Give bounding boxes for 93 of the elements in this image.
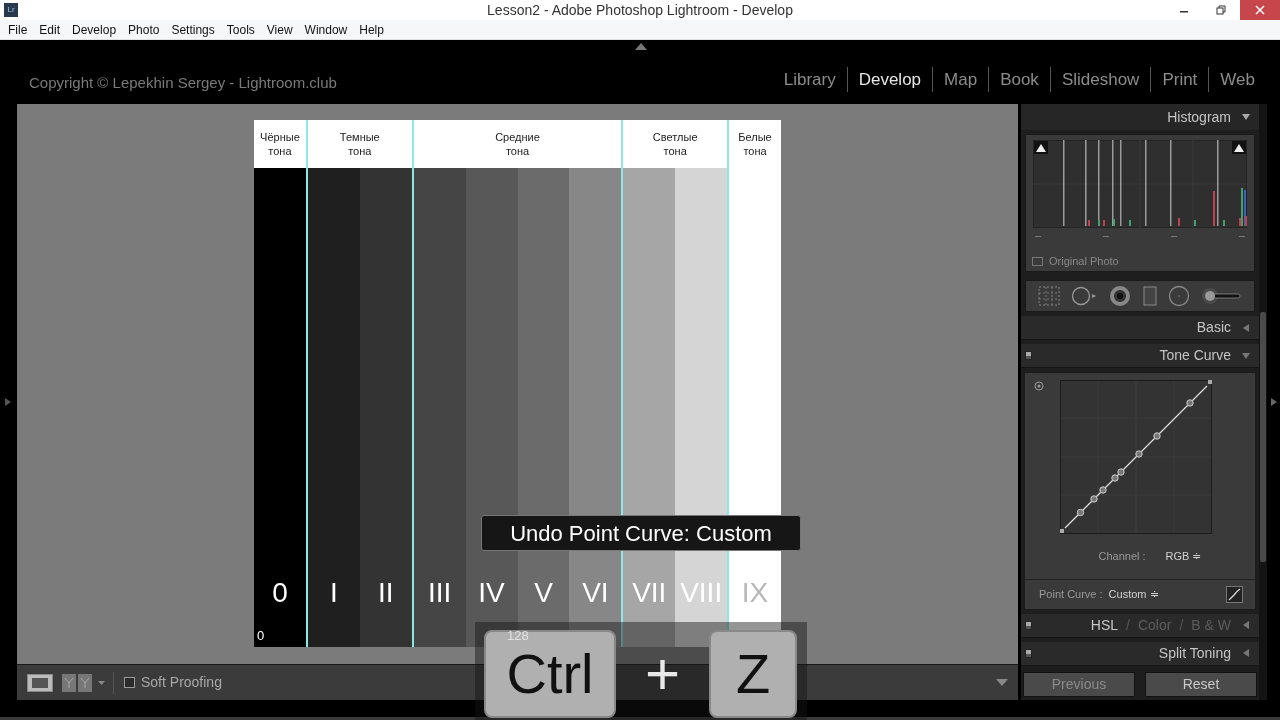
module-tab[interactable]: Print (1150, 66, 1209, 92)
tab-separator: / (1179, 615, 1184, 635)
module-tab[interactable]: Map (932, 66, 989, 92)
point-curve-select[interactable]: Custom ≑ (1108, 585, 1159, 603)
reset-button[interactable]: Reset (1145, 671, 1257, 697)
module-tab[interactable]: Library (772, 66, 847, 92)
zone-numeral: VI (582, 577, 609, 609)
original-photo-checkbox[interactable] (1032, 256, 1043, 266)
expand-triangle-icon[interactable] (1241, 322, 1251, 333)
zone-label: Белые тона (738, 130, 772, 158)
app-icon: Lr (4, 3, 18, 17)
curve-point[interactable] (1076, 508, 1085, 517)
panel-header[interactable]: Tone Curve (1021, 344, 1259, 368)
menu-item[interactable]: Edit (33, 20, 67, 39)
curve-point[interactable] (1186, 399, 1194, 407)
module-tab[interactable]: Book (988, 66, 1050, 92)
zone-numeral: II (378, 577, 394, 609)
shadow-clipping-icon[interactable] (1034, 141, 1048, 154)
expand-triangle-icon[interactable] (1241, 620, 1251, 630)
panel-title: Basic (1196, 318, 1231, 337)
highlight-clipping-icon[interactable] (1232, 141, 1246, 154)
point-curve-label: Point Curve : (1039, 586, 1103, 602)
zone-numeral: IX (741, 577, 769, 609)
window-title: Lesson2 - Adobe Photoshop Lightroom - Develop (487, 0, 793, 20)
zone-label: Средние тона (495, 130, 540, 158)
zone-label: Светлые тона (652, 130, 698, 158)
scale-label: 0 (257, 626, 265, 645)
menu-item[interactable]: Help (353, 20, 390, 39)
module-tab[interactable]: Web (1208, 66, 1266, 92)
module-tab[interactable]: Develop (846, 66, 933, 92)
panel-title: Histogram (1167, 107, 1231, 127)
soft-proofing-checkbox[interactable] (124, 677, 135, 688)
menu-item[interactable]: File (2, 20, 34, 39)
panel-tab[interactable]: HSL (1090, 614, 1119, 636)
tab-separator: / (1126, 615, 1130, 635)
identity-plate: Copyright © Lepekhin Sergey - Lightroom.club (28, 72, 337, 93)
collapse-triangle-icon[interactable] (1241, 350, 1251, 361)
menu-item[interactable]: Tools (220, 20, 261, 39)
keyboard-key: Z (709, 630, 797, 718)
restore-icon[interactable] (1216, 5, 1226, 15)
target-icon[interactable] (1034, 381, 1044, 391)
curve-point[interactable] (1117, 468, 1125, 476)
plus-sign: + (643, 639, 681, 709)
module-tab[interactable]: Slideshow (1049, 66, 1151, 92)
brush-slider-icon[interactable] (1202, 286, 1243, 306)
circle-arrow-icon[interactable] (1071, 286, 1098, 306)
close-button[interactable] (1240, 0, 1280, 20)
circle-icon[interactable] (1168, 285, 1191, 307)
curve-point[interactable] (1111, 474, 1119, 482)
dropdown-icon[interactable] (996, 679, 1008, 686)
panel-switch[interactable] (1025, 620, 1032, 630)
menu-item[interactable]: Settings (165, 20, 221, 39)
collapse-top-panel-icon[interactable] (635, 43, 647, 50)
menu-item[interactable]: Develop (66, 20, 123, 39)
expand-right-panel-icon[interactable] (1268, 397, 1279, 407)
panel-switch[interactable] (1025, 351, 1032, 360)
caret-icon[interactable] (98, 680, 105, 685)
panel-header[interactable]: Basic (1021, 316, 1259, 340)
zone-numeral: V (534, 577, 553, 609)
close-icon (1255, 5, 1265, 15)
panel-switch[interactable] (1025, 648, 1032, 658)
channel-label: Channel : (1098, 549, 1146, 564)
panel-title: Tone Curve (1159, 346, 1231, 365)
curve-point[interactable] (1153, 432, 1161, 440)
zone-numeral: I (329, 577, 338, 609)
menu-item[interactable]: Window (298, 20, 354, 39)
curve-point[interactable] (1099, 486, 1107, 494)
zone-numeral: III (428, 577, 452, 609)
zone-numeral: 0 (272, 577, 288, 609)
zone-numeral: IV (478, 577, 505, 609)
undo-toast: Undo Point Curve: Custom (481, 515, 801, 551)
curve-point[interactable] (1090, 495, 1098, 503)
compare-view-icon[interactable] (62, 673, 92, 692)
edit-curve-icon[interactable] (1226, 585, 1243, 603)
zone-numeral: VII (632, 577, 667, 609)
original-photo-label: Original Photo (1049, 254, 1119, 269)
zone-label: Темные тона (339, 130, 380, 158)
curve-point[interactable] (1135, 450, 1143, 458)
scale-label: 128 (507, 626, 529, 645)
expand-left-panel-icon[interactable] (3, 397, 13, 407)
menu-item[interactable]: Photo (122, 20, 166, 39)
scrollbar-thumb[interactable] (1260, 312, 1266, 562)
panel-header[interactable]: Split Toning (1021, 641, 1259, 666)
menu-item[interactable]: View (260, 20, 299, 39)
expand-triangle-icon[interactable] (1241, 648, 1251, 658)
panel-title: Split Toning (1158, 643, 1231, 663)
soft-proofing-label: Soft Proofing (141, 673, 222, 692)
channel-select[interactable]: RGB ≑ (1165, 548, 1202, 565)
zone-label: Чёрные тона (260, 130, 300, 158)
panel-header[interactable]: Histogram (1021, 104, 1259, 130)
collapse-triangle-icon[interactable] (1241, 112, 1251, 122)
ring-icon[interactable] (1109, 285, 1132, 307)
loupe-view-icon[interactable] (27, 673, 53, 692)
